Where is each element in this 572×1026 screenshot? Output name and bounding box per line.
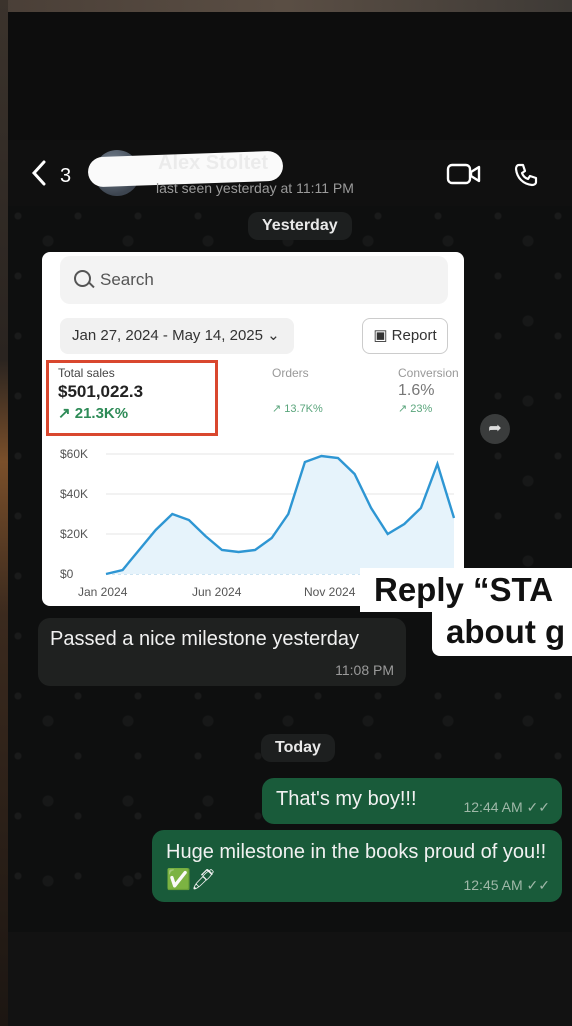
image-message-screenshot[interactable]: Search Jan 27, 2024 - May 14, 2025 ⌄ ▣ R… (42, 252, 464, 606)
video-icon[interactable] (446, 162, 482, 191)
chat-area[interactable]: Yesterday Search Jan 27, 2024 - May 14, … (8, 206, 572, 932)
bottom-bar (8, 932, 572, 1026)
report-button: ▣ Report (362, 318, 448, 354)
chevron-left-icon[interactable] (30, 160, 48, 190)
search-placeholder: Search (100, 270, 154, 289)
message-time-value: 12:45 AM (463, 877, 523, 893)
chat-header: 3 Alex Stoltet last seen yesterday at 11… (8, 140, 572, 206)
stat-change: ↗ 13.7K% (272, 403, 323, 415)
chart-y-tick-label: $20K (60, 527, 88, 541)
double-check-icon: ✓✓ (526, 877, 550, 893)
message-text: Passed a nice milestone yesterday (50, 628, 360, 650)
back-unread-count[interactable]: 3 (60, 165, 71, 188)
double-check-icon: ✓✓ (526, 799, 550, 815)
message-time: 11:08 PM (335, 662, 394, 678)
background-photo-edge (0, 0, 572, 12)
message-bubble-outgoing[interactable]: Huge milestone in the books proud of you… (152, 830, 562, 902)
last-seen-status: last seen yesterday at 11:11 PM (156, 180, 354, 196)
chart-y-tick-label: $40K (60, 487, 88, 501)
chart-x-tick-label: Jan 2024 (78, 585, 128, 599)
message-bubble-outgoing[interactable]: That's my boy!!! 12:44 AM ✓✓ (262, 778, 562, 824)
stat-value: 1.6% (398, 382, 435, 399)
phone-screen: 3 Alex Stoltet last seen yesterday at 11… (8, 12, 572, 1026)
overlay-caption-line2: about g (432, 610, 572, 656)
report-icon: ▣ (373, 327, 392, 344)
contact-name[interactable]: Alex Stoltet (158, 152, 268, 175)
stat-label: Orders (272, 366, 309, 380)
chart-y-tick-label: $60K (60, 447, 88, 461)
search-bar: Search (60, 256, 448, 304)
overlay-caption-line1: Reply “STA (360, 568, 572, 612)
chart-x-tick-label: Nov 2024 (304, 585, 356, 599)
stat-value (272, 382, 323, 400)
stat-label: Conversion (398, 366, 459, 380)
message-time: 12:44 AM ✓✓ (463, 799, 550, 816)
chart-y-tick-label: $0 (60, 567, 74, 581)
highlight-box (46, 360, 218, 436)
date-range-selector: Jan 27, 2024 - May 14, 2025 ⌄ (60, 318, 294, 354)
phone-icon[interactable] (513, 162, 539, 193)
chart-x-tick-label: Jun 2024 (192, 585, 242, 599)
stat-conversion: Conversion 1.6% ↗ 23% (398, 366, 459, 415)
stat-orders: Orders ↗ 13.7K% (272, 366, 323, 415)
report-label: Report (391, 327, 437, 344)
forward-icon[interactable]: ➦ (480, 414, 510, 444)
date-separator-today: Today (261, 734, 335, 762)
background-photo-edge-left (0, 0, 8, 1026)
message-time-value: 12:44 AM (463, 799, 523, 815)
date-separator-yesterday: Yesterday (248, 212, 352, 240)
message-text: That's my boy!!! (276, 788, 417, 810)
message-bubble-incoming[interactable]: Passed a nice milestone yesterday 11:08 … (38, 618, 406, 686)
stat-change: ↗ 23% (398, 403, 433, 415)
message-time: 12:45 AM ✓✓ (463, 877, 550, 894)
chart-area-fill (106, 456, 454, 574)
search-icon (74, 270, 91, 287)
